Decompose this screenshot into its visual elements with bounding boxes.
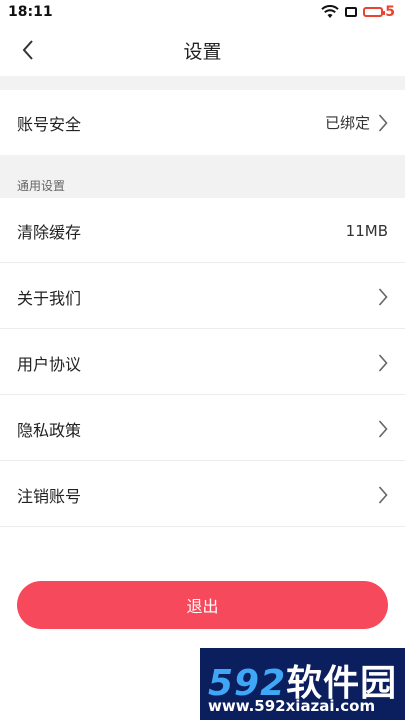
row-label: 账号安全 (17, 114, 82, 134)
screen-icon (345, 7, 358, 17)
watermark-logo: 592软件园 www.592xiazai.com (200, 648, 405, 720)
row-label: 隐私政策 (17, 420, 82, 440)
back-button[interactable] (14, 36, 42, 64)
chevron-right-icon (378, 113, 388, 132)
row-label: 注销账号 (17, 486, 82, 506)
separator-band (0, 76, 405, 90)
status-bar: 18:11 5 (0, 0, 405, 24)
row-about-us[interactable]: 关于我们 (0, 264, 405, 329)
cache-size: 11MB (345, 221, 388, 240)
logout-button[interactable]: 退出 (17, 581, 388, 629)
page-title: 设置 (183, 40, 222, 63)
watermark-url: www.592xiazai.com (208, 697, 376, 715)
battery-icon (363, 7, 386, 17)
row-clear-cache[interactable]: 清除缓存 11MB (0, 198, 405, 263)
chevron-right-icon (378, 353, 388, 372)
logout-label: 退出 (186, 597, 219, 616)
battery-indicator: 5 (363, 4, 395, 20)
chevron-left-icon (22, 40, 33, 60)
row-label: 关于我们 (17, 288, 82, 308)
status-icons: 5 (321, 4, 395, 20)
row-account-security[interactable]: 账号安全 已绑定 (0, 90, 405, 155)
row-privacy-policy[interactable]: 隐私政策 (0, 396, 405, 461)
row-user-agreement[interactable]: 用户协议 (0, 330, 405, 395)
chevron-right-icon (378, 419, 388, 438)
chevron-right-icon (378, 485, 388, 504)
status-time: 18:11 (8, 4, 53, 20)
section-header: 通用设置 (17, 179, 66, 193)
navigation-bar: 设置 (0, 24, 405, 76)
battery-level: 5 (385, 4, 395, 20)
wifi-icon (321, 5, 339, 18)
row-delete-account[interactable]: 注销账号 (0, 462, 405, 527)
row-value: 已绑定 (324, 114, 370, 132)
row-label: 用户协议 (17, 354, 82, 374)
row-label: 清除缓存 (17, 222, 82, 242)
chevron-right-icon (378, 287, 388, 306)
